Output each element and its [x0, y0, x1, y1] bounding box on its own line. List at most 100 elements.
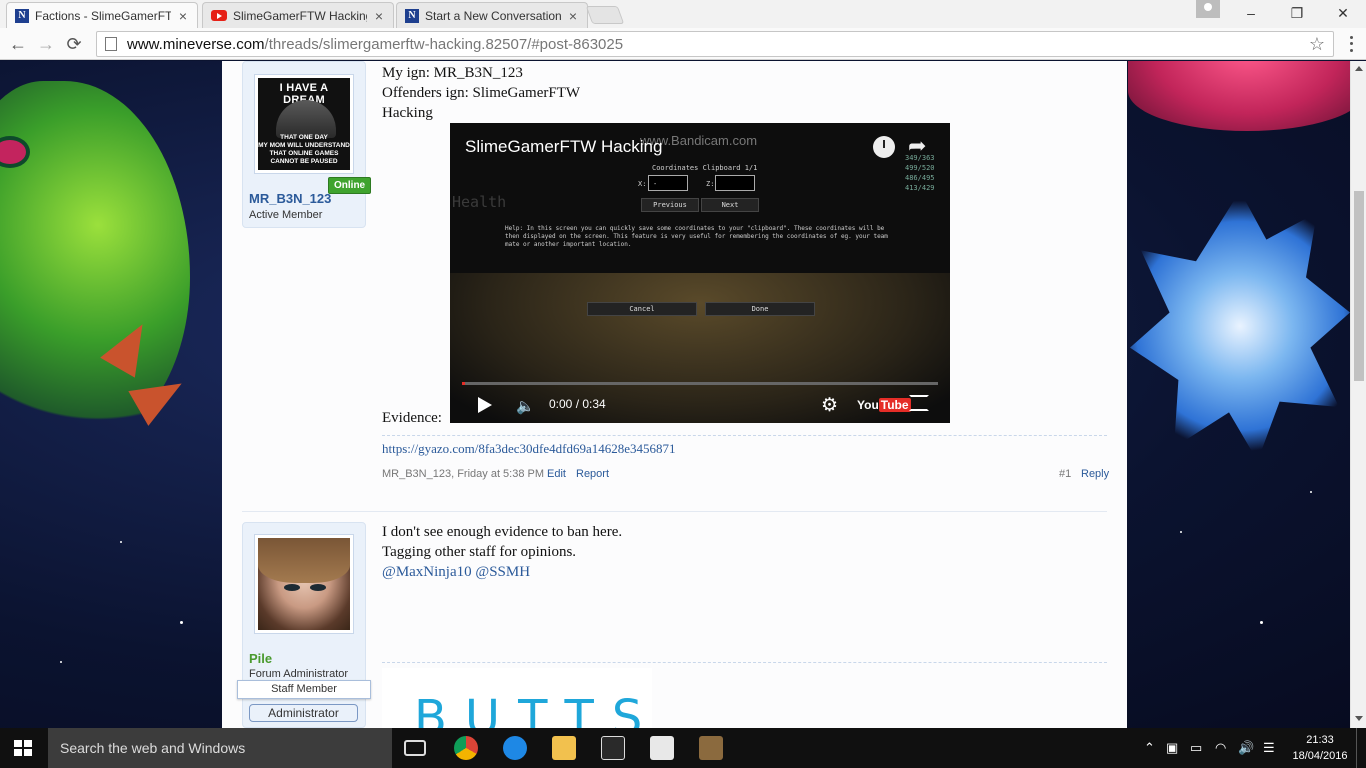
- fullscreen-icon[interactable]: [909, 395, 929, 411]
- settings-gear-icon[interactable]: ⚙: [821, 394, 838, 417]
- avatar-meme-image: I HAVE A DREAM THAT ONE DAY MY MOM WILL …: [258, 78, 350, 170]
- youtube-embed[interactable]: www.Bandicam.com SlimeGamerFTW Hacking ➦…: [450, 123, 950, 423]
- battery-icon[interactable]: ▭: [1190, 740, 1202, 756]
- message-line: Offenders ign: SlimeGamerFTW: [382, 85, 581, 101]
- url-host: www.mineverse.com: [127, 35, 265, 53]
- post2-message: I don't see enough evidence to ban here.…: [382, 522, 622, 582]
- tab-youtube-video[interactable]: SlimeGamerFTW Hacking ×: [202, 2, 394, 28]
- post2-signature-divider: [382, 662, 1107, 663]
- chevron-up-icon[interactable]: ⌃: [1144, 740, 1155, 756]
- mc-z-field: [715, 175, 755, 191]
- youtube-favicon-icon: [211, 10, 227, 21]
- mc-x-label: X:: [638, 180, 647, 188]
- post1-author-time[interactable]: MR_B3N_123, Friday at 5:38 PM: [382, 468, 544, 480]
- taskbar-search-box[interactable]: Search the web and Windows: [48, 728, 392, 768]
- post1-divider: [382, 435, 1107, 436]
- crystal-artwork: [1130, 191, 1350, 461]
- search-placeholder: Search the web and Windows: [60, 740, 246, 756]
- scroll-up-icon[interactable]: [1355, 66, 1363, 71]
- evidence-link[interactable]: https://gyazo.com/8fa3dec30dfe4dfd69a146…: [382, 441, 676, 457]
- scrollbar-thumb[interactable]: [1354, 191, 1364, 381]
- meme-line: THAT ONE DAY: [280, 134, 328, 141]
- edge-icon[interactable]: [503, 736, 527, 760]
- address-bar[interactable]: www.mineverse.com /threads/slimergamerft…: [96, 31, 1334, 57]
- video-progress-bar[interactable]: [462, 382, 938, 385]
- background-star: [1180, 531, 1182, 533]
- background-star: [120, 541, 122, 543]
- mc-dialog-title: Coordinates Clipboard 1/1: [652, 164, 758, 172]
- back-button[interactable]: ←: [6, 32, 30, 56]
- restore-button[interactable]: ❐: [1274, 0, 1320, 26]
- play-icon[interactable]: [478, 397, 492, 413]
- new-tab-button[interactable]: [585, 6, 625, 24]
- store-icon[interactable]: [601, 736, 625, 760]
- watch-later-icon[interactable]: [873, 136, 895, 158]
- volume-icon[interactable]: 🔊: [1238, 740, 1254, 756]
- minecraft-icon[interactable]: [699, 736, 723, 760]
- clock-date: 18/04/2016: [1292, 750, 1348, 762]
- mentions[interactable]: @MaxNinja10 @SSMH: [382, 562, 622, 582]
- close-window-button[interactable]: ✕: [1320, 0, 1366, 26]
- forum-favicon-icon: N: [15, 8, 29, 23]
- youtube-logo-you: You: [857, 398, 879, 412]
- video-title[interactable]: SlimeGamerFTW Hacking: [465, 137, 662, 157]
- mc-done-button: Done: [705, 302, 815, 316]
- file-explorer-icon[interactable]: [552, 736, 576, 760]
- wifi-icon[interactable]: ◠: [1215, 740, 1226, 756]
- chrome-menu-icon[interactable]: [1342, 34, 1360, 54]
- stat-line: 499/520: [905, 164, 935, 172]
- administrator-badge: Administrator: [249, 704, 358, 722]
- chrome-icon[interactable]: [454, 736, 478, 760]
- page-scrollbar[interactable]: [1350, 61, 1366, 728]
- mc-help-text: Help: In this screen you can quickly sav…: [505, 225, 888, 248]
- mc-next-button: Next: [701, 198, 759, 212]
- scroll-down-icon[interactable]: [1355, 716, 1363, 721]
- task-view-icon[interactable]: [404, 740, 426, 756]
- show-desktop-button[interactable]: [1356, 728, 1366, 768]
- tab-factions[interactable]: N Factions - SlimeGamerFT ×: [6, 2, 198, 28]
- browser-toolbar: ← → ⟳ www.mineverse.com /threads/slimerg…: [0, 28, 1366, 60]
- avatar-eye: [310, 584, 326, 591]
- action-center-icon[interactable]: ☰: [1263, 740, 1275, 756]
- message-line: My ign: MR_B3N_123: [382, 65, 523, 81]
- close-icon[interactable]: ×: [177, 8, 189, 24]
- evidence-label: Evidence:: [382, 410, 442, 426]
- meme-caption-bottom: THAT ONE DAY MY MOM WILL UNDERSTAND THAT…: [258, 134, 350, 166]
- dragon-eye: [0, 136, 30, 168]
- reload-button[interactable]: ⟳: [62, 32, 86, 56]
- post2-username[interactable]: Pile: [249, 651, 272, 666]
- volume-icon[interactable]: 🔈: [516, 397, 535, 415]
- page-icon: [105, 37, 117, 51]
- meme-line: MY MOM WILL UNDERSTAND: [258, 142, 350, 149]
- post1-username[interactable]: MR_B3N_123: [249, 191, 331, 206]
- windows-start-icon[interactable]: [14, 740, 32, 756]
- avatar-hair: [258, 538, 350, 583]
- background-star: [1310, 491, 1312, 493]
- tab-start-conversation[interactable]: N Start a New Conversation ×: [396, 2, 588, 28]
- report-link[interactable]: Report: [576, 468, 609, 480]
- post2-avatar[interactable]: [254, 534, 354, 634]
- post-number[interactable]: #1: [1059, 468, 1071, 480]
- signature-image: BUTTS: [382, 668, 652, 728]
- background-star: [60, 661, 62, 663]
- tab-title: SlimeGamerFTW Hacking: [233, 8, 367, 23]
- dropbox-icon[interactable]: ▣: [1166, 740, 1178, 756]
- forward-button[interactable]: →: [34, 32, 58, 56]
- reply-link[interactable]: Reply: [1081, 468, 1109, 480]
- video-stats: 349/363 499/520 486/495 413/429: [905, 153, 935, 193]
- stat-line: 486/495: [905, 174, 935, 182]
- taskbar-clock[interactable]: 21:33 18/04/2016: [1290, 732, 1350, 764]
- close-icon[interactable]: ×: [567, 8, 579, 24]
- page-viewport: I HAVE A DREAM THAT ONE DAY MY MOM WILL …: [0, 61, 1366, 728]
- profile-icon[interactable]: [1196, 0, 1220, 18]
- java-icon[interactable]: [650, 736, 674, 760]
- stat-line: 413/429: [905, 184, 935, 192]
- minimize-button[interactable]: –: [1228, 0, 1274, 26]
- online-badge: Online: [328, 177, 372, 194]
- youtube-logo-icon[interactable]: You Tube: [857, 398, 911, 412]
- close-icon[interactable]: ×: [373, 8, 385, 24]
- bookmark-star-icon[interactable]: ☆: [1309, 34, 1325, 55]
- post1-avatar[interactable]: I HAVE A DREAM THAT ONE DAY MY MOM WILL …: [254, 74, 354, 174]
- tab-strip: N Factions - SlimeGamerFT × SlimeGamerFT…: [0, 0, 1366, 28]
- edit-link[interactable]: Edit: [547, 468, 566, 480]
